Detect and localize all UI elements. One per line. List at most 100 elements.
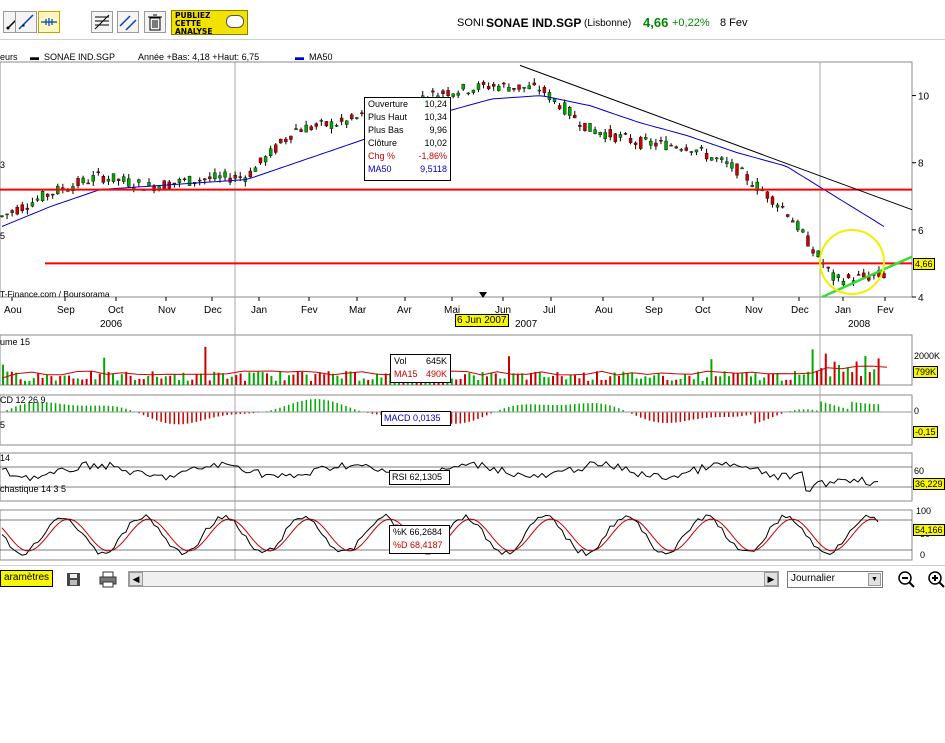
scroll-left-arrow[interactable]: ◀ — [129, 572, 143, 586]
volume-bar — [32, 378, 35, 385]
tooltip-row: Ouverture 10,24 — [365, 98, 450, 111]
macd-bar — [538, 404, 541, 412]
macd-bar — [103, 405, 105, 412]
print-icon[interactable] — [98, 571, 118, 588]
save-icon[interactable] — [65, 571, 83, 588]
volume-bar — [90, 371, 92, 385]
volume-bar — [274, 380, 277, 385]
volume-bar — [354, 372, 356, 385]
macd-bar — [833, 405, 836, 412]
rsi-current-tag: 36,229 — [913, 478, 945, 490]
candle-body — [537, 89, 542, 92]
macd-bar — [336, 402, 338, 412]
candle-body — [811, 249, 815, 254]
candle-body — [628, 138, 633, 143]
volume-bar — [112, 373, 114, 385]
zoom-line-icon[interactable] — [15, 11, 37, 33]
macd-bar — [767, 412, 770, 419]
volume-bar — [855, 361, 858, 385]
volume-bar — [776, 373, 779, 385]
rsi-tooltip: RSI 62,1305 — [389, 470, 450, 485]
tooltip-row-label: MA50 — [368, 164, 392, 174]
period-select[interactable]: Journalier ▼ — [787, 571, 883, 588]
volume-bar — [587, 380, 590, 385]
volume-bar — [156, 376, 158, 385]
macd-bar — [182, 412, 184, 425]
candle-body — [791, 220, 795, 223]
macd-bar — [547, 404, 550, 412]
candle-body — [578, 124, 582, 127]
y-tick-label-3: 10 — [918, 92, 930, 103]
volume-bar — [318, 372, 321, 385]
volume-bar — [358, 380, 361, 385]
volume-bar — [508, 356, 510, 385]
scroll-right-arrow[interactable]: ▶ — [764, 572, 778, 586]
macd-bar — [552, 405, 554, 412]
candle-body — [30, 202, 35, 207]
candle-body — [258, 157, 263, 164]
candle-body — [856, 274, 861, 276]
candle-body — [294, 128, 298, 130]
volume-bar — [530, 373, 532, 385]
x-tick-month-18: Fev — [877, 305, 894, 316]
candle-body — [127, 178, 131, 187]
volume-bar — [494, 373, 497, 385]
macd-bar — [81, 405, 83, 412]
delete-icon[interactable] — [144, 11, 166, 33]
crosshair-icon[interactable] — [38, 11, 60, 33]
candle-body — [633, 142, 638, 145]
macd-bar — [618, 408, 620, 412]
time-scrollbar[interactable]: ◀ ▶ — [128, 571, 779, 587]
x-tick-year-2: 2008 — [848, 319, 871, 330]
chart-area[interactable]: 4 6 8 10 Aou Sep Oct Nov Dec Jan Fev Mar Avr Mai Jun Ju… — [0, 40, 945, 565]
macd-bar — [574, 404, 576, 412]
candle-body — [684, 147, 689, 151]
candle-body — [573, 114, 577, 119]
parameters-button[interactable]: aramètres — [0, 570, 54, 587]
candle-body — [355, 117, 359, 119]
volume-bar — [802, 374, 805, 385]
volume-bar — [151, 371, 154, 385]
macd-bar — [745, 412, 748, 416]
tooltip-row: Plus Haut 10,34 — [365, 111, 450, 124]
macd-bar — [591, 403, 594, 412]
fibonacci-icon[interactable] — [91, 11, 113, 33]
candle-body — [841, 280, 846, 286]
macd-bar — [877, 404, 880, 412]
zoom-in-icon[interactable] — [927, 570, 945, 590]
parallel-lines-icon[interactable] — [117, 11, 139, 33]
volume-bar — [10, 371, 13, 385]
volume-bar — [28, 380, 31, 385]
zoom-out-icon[interactable] — [897, 570, 917, 590]
volume-bar — [648, 377, 651, 385]
cursor-date: 6 Jun 2007 — [455, 314, 509, 327]
volume-bar — [609, 376, 612, 385]
candle-body — [801, 229, 805, 233]
candle-body — [279, 138, 283, 144]
price-legend-ma: MA50 — [309, 52, 333, 62]
macd-bar — [208, 412, 211, 419]
x-tick-month-3: Nov — [158, 305, 176, 316]
volume-bar — [120, 374, 123, 385]
toolbar: PUBLIEZ CETTE ANALYSE SONI SONAE IND.SGP… — [0, 0, 945, 40]
candle-body — [775, 204, 780, 208]
volume-bar — [472, 375, 475, 385]
publiez-button[interactable]: PUBLIEZ CETTE ANALYSE — [171, 10, 248, 36]
macd-bar — [662, 412, 664, 423]
volume-bar — [618, 375, 620, 385]
macd-bar — [283, 406, 286, 412]
volume-bar — [59, 376, 62, 385]
volume-bar — [750, 376, 752, 385]
tooltip-row-value: 9,5118 — [420, 164, 447, 174]
candle-body — [512, 88, 516, 90]
candle-body — [644, 137, 648, 140]
candle-body — [593, 129, 597, 134]
candle-body — [172, 182, 177, 185]
macd-bar — [534, 404, 536, 412]
tooltip-row: MA50 9,5118 — [365, 163, 450, 176]
volume-bar — [310, 380, 312, 385]
macd-bar — [107, 405, 110, 412]
candle-body — [334, 125, 339, 127]
macd-bar — [301, 400, 303, 412]
candle-body — [608, 129, 612, 138]
